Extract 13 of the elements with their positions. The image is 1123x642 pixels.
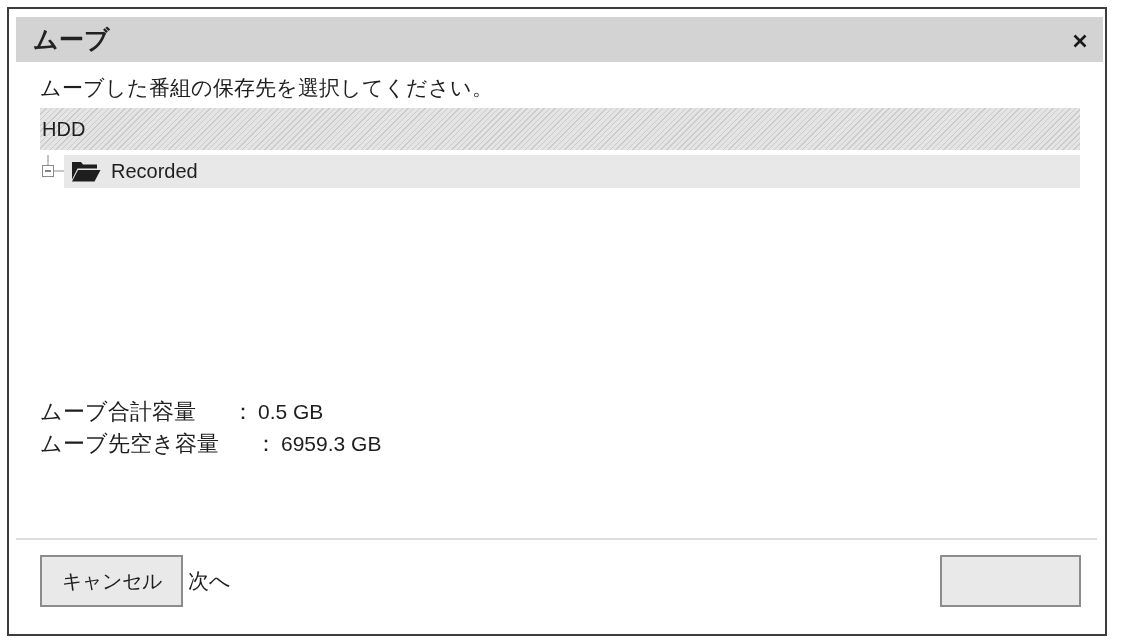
summary-separator: ： <box>255 430 277 458</box>
summary-value: 6959.3 GB <box>281 431 382 457</box>
summary-label: ムーブ合計容量 <box>40 398 196 426</box>
summary-label: ムーブ先空き容量 <box>40 430 219 458</box>
instruction-text: ムーブした番組の保存先を選択してください。 <box>40 75 494 101</box>
summary-separator: ： <box>232 398 254 426</box>
summary-value: 0.5 GB <box>258 399 324 425</box>
cancel-button[interactable]: キャンセル <box>40 555 183 607</box>
next-label: 次へ <box>188 568 231 594</box>
blank-button[interactable] <box>940 555 1081 607</box>
folder-icon <box>71 161 101 182</box>
window-title: ムーブ <box>33 24 110 55</box>
close-icon <box>1073 34 1087 48</box>
